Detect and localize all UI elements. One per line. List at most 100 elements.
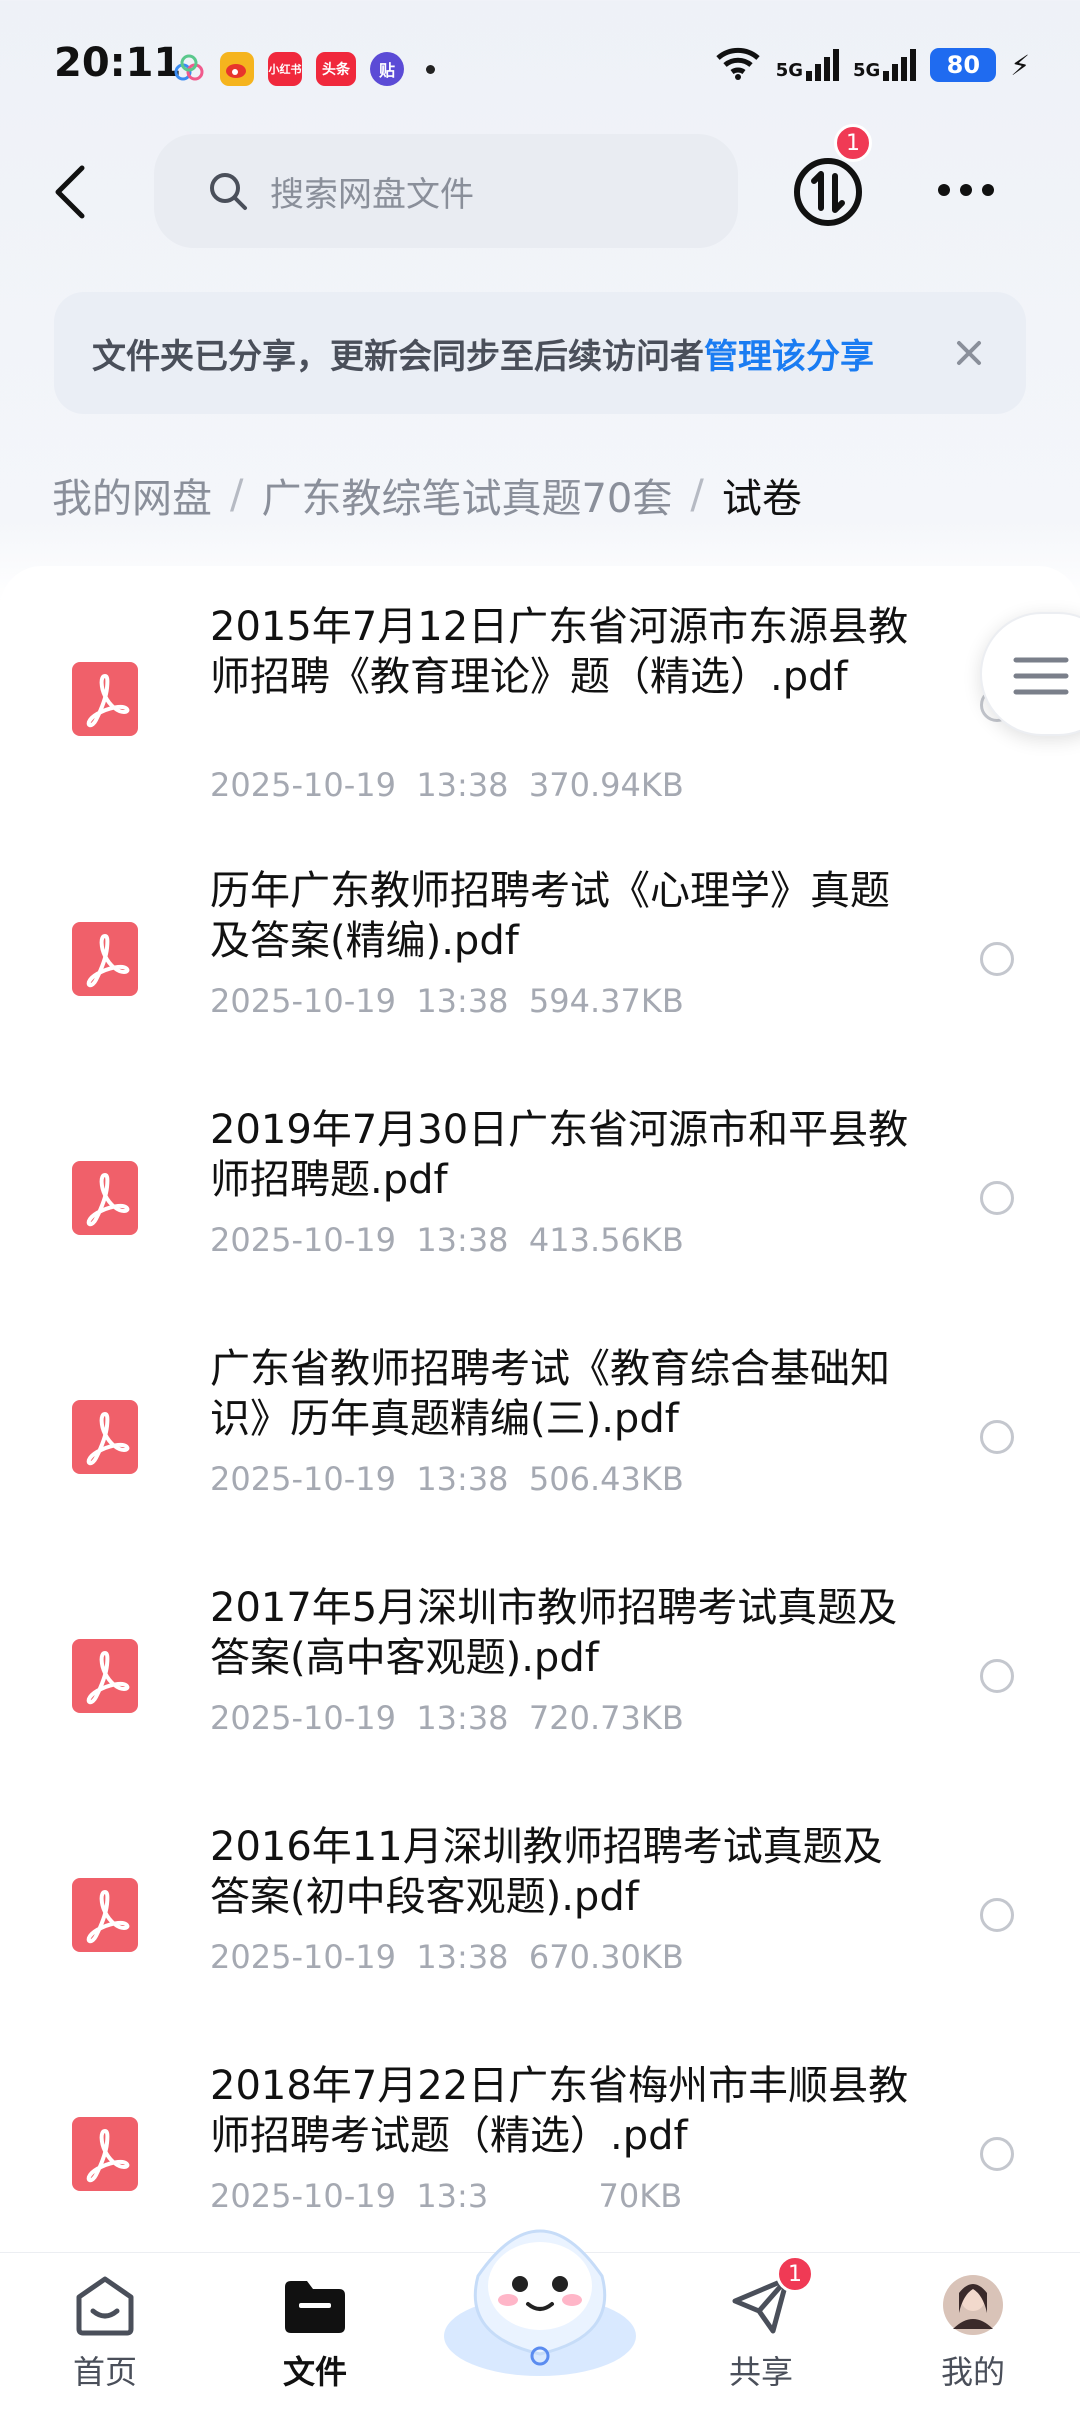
- nav-home[interactable]: 首页: [40, 2273, 170, 2393]
- file-time: 13:38: [416, 1699, 509, 1737]
- close-notice-button[interactable]: [946, 330, 992, 376]
- signal-label-2: 5G: [853, 60, 881, 81]
- weibo-icon: [220, 52, 254, 86]
- file-size: 670.30KB: [528, 1938, 684, 1976]
- status-app-icons: 小红书 头条 贴: [172, 52, 435, 86]
- cloud-app-icon: [172, 52, 206, 86]
- pdf-file-icon: [72, 1400, 138, 1474]
- file-date: 2025-10-19: [210, 1699, 396, 1737]
- file-row[interactable]: 2015年7月12日广东省河源市东源县教师招聘《教育理论》题（精选）.pdf 2…: [0, 586, 1080, 824]
- pdf-file-icon: [72, 662, 138, 736]
- wifi-icon: [714, 46, 762, 84]
- pdf-file-icon: [72, 1161, 138, 1235]
- file-size: 370.94KB: [528, 766, 684, 804]
- file-date: 2025-10-19: [210, 1938, 396, 1976]
- file-date: 2025-10-19: [210, 1221, 396, 1259]
- transfer-button[interactable]: 1: [792, 124, 872, 228]
- back-button[interactable]: [40, 154, 100, 230]
- breadcrumb-separator: /: [230, 472, 244, 518]
- share-notice: 文件夹已分享，更新会同步至后续访问者 管理该分享: [54, 292, 1026, 414]
- file-row[interactable]: 历年广东教师招聘考试《心理学》真题及答案(精编).pdf 2025-10-19 …: [0, 866, 1080, 1104]
- status-bar: 20:11 小红书 头条 贴 5G 5G 80 ⚡: [0, 0, 1080, 140]
- file-time: 13:38: [416, 1460, 509, 1498]
- select-checkbox[interactable]: [980, 1181, 1014, 1215]
- more-dot: [982, 184, 994, 196]
- nav-files[interactable]: 文件: [250, 2273, 380, 2393]
- file-size: 413.56KB: [528, 1221, 684, 1259]
- search-placeholder: 搜索网盘文件: [270, 174, 474, 215]
- file-name: 历年广东教师招聘考试《心理学》真题及答案(精编).pdf: [210, 868, 890, 964]
- nav-me-label: 我的: [940, 2353, 1005, 2391]
- file-meta: 2025-10-19 13:38 720.73KB: [210, 1699, 684, 1737]
- signal-icon-2: 5G: [853, 49, 917, 81]
- file-row[interactable]: 2017年5月深圳市教师招聘考试真题及答案(高中客观题).pdf 2025-10…: [0, 1583, 1080, 1821]
- top-bar: 搜索网盘文件 1: [0, 124, 1080, 250]
- file-name: 2019年7月30日广东省河源市和平县教师招聘题.pdf: [210, 1107, 909, 1203]
- search-icon: [210, 173, 247, 210]
- file-name: 2018年7月22日广东省梅州市丰顺县教师招聘考试题（精选）.pdf: [210, 2063, 909, 2159]
- file-size: 506.43KB: [528, 1460, 684, 1498]
- file-row[interactable]: 2019年7月30日广东省河源市和平县教师招聘题.pdf 2025-10-19 …: [0, 1105, 1080, 1343]
- more-notifications-dot: [426, 64, 435, 74]
- more-dot: [938, 184, 950, 196]
- tieba-icon: 贴: [370, 52, 404, 86]
- file-time: 13:38: [416, 766, 509, 804]
- notice-text: 文件夹已分享，更新会同步至后续访问者: [92, 336, 704, 377]
- nav-share[interactable]: 共享 1: [696, 2255, 826, 2393]
- file-size: 594.37KB: [528, 982, 684, 1020]
- file-name: 2015年7月12日广东省河源市东源县教师招聘《教育理论》题（精选）.pdf: [210, 604, 909, 700]
- manage-share-link[interactable]: 管理该分享: [704, 329, 874, 378]
- transfer-icon: [794, 158, 862, 226]
- pdf-file-icon: [72, 1878, 138, 1952]
- nav-me[interactable]: 我的: [908, 2273, 1038, 2393]
- transfer-badge: 1: [834, 124, 872, 162]
- charging-icon: ⚡: [1010, 48, 1030, 82]
- file-meta: 2025-10-19 13:38 594.37KB: [210, 982, 684, 1020]
- home-icon: [76, 2276, 134, 2336]
- pdf-file-icon: [72, 1639, 138, 1713]
- avatar: [943, 2275, 1003, 2335]
- file-time: 13:38: [416, 982, 509, 1020]
- file-name: 2016年11月深圳教师招聘考试真题及答案(初中段客观题).pdf: [210, 1824, 883, 1920]
- file-row[interactable]: 广东省教师招聘考试《教育综合基础知识》历年真题精编(三).pdf 2025-10…: [0, 1344, 1080, 1582]
- file-meta: 2025-10-19 13:38 370.94KB: [210, 766, 684, 804]
- nav-share-label: 共享: [728, 2353, 793, 2391]
- xiaohongshu-icon: 小红书: [268, 52, 302, 86]
- file-time: 13:38: [416, 1221, 509, 1259]
- assistant-mascot[interactable]: [428, 2186, 652, 2386]
- signal-label: 5G: [775, 60, 804, 81]
- file-meta: 2025-10-19 13:38 413.56KB: [210, 1221, 684, 1259]
- folder-icon: [285, 2281, 345, 2333]
- file-time: 13:38: [416, 1938, 509, 1976]
- more-dot: [960, 184, 972, 196]
- chevron-left-icon: [55, 165, 85, 219]
- select-checkbox[interactable]: [980, 1659, 1014, 1693]
- mascot-icon: [444, 2229, 636, 2376]
- file-meta: 2025-10-19 13:38 506.43KB: [210, 1460, 684, 1498]
- file-size: 720.73KB: [528, 1699, 684, 1737]
- file-list: 2015年7月12日广东省河源市东源县教师招聘《教育理论》题（精选）.pdf 2…: [0, 566, 1080, 2252]
- file-date: 2025-10-19: [210, 1460, 396, 1498]
- share-badge: 1: [776, 2255, 814, 2293]
- file-meta: 2025-10-19 13:38 670.30KB: [210, 1938, 684, 1976]
- breadcrumb-item-folder[interactable]: 广东教综笔试真题70套: [261, 466, 672, 524]
- search-input[interactable]: 搜索网盘文件: [154, 134, 738, 248]
- breadcrumb-separator: /: [690, 472, 704, 518]
- file-date: 2025-10-19: [210, 982, 396, 1020]
- pdf-file-icon: [72, 2117, 138, 2191]
- select-checkbox[interactable]: [980, 2137, 1014, 2171]
- breadcrumb-item-root[interactable]: 我的网盘: [52, 466, 212, 524]
- select-checkbox[interactable]: [980, 1420, 1014, 1454]
- file-date: 2025-10-19: [210, 766, 396, 804]
- file-date: 2025-10-19: [210, 2177, 396, 2215]
- pdf-file-icon: [72, 922, 138, 996]
- select-checkbox[interactable]: [980, 942, 1014, 976]
- menu-lines-icon: [1013, 657, 1069, 695]
- breadcrumb: 我的网盘 / 广东教综笔试真题70套 / 试卷: [52, 466, 802, 524]
- select-checkbox[interactable]: [980, 1898, 1014, 1932]
- signal-icon: 5G: [775, 49, 840, 81]
- battery-indicator: 80: [930, 48, 997, 82]
- status-time: 20:11: [54, 40, 182, 86]
- file-row[interactable]: 2016年11月深圳教师招聘考试真题及答案(初中段客观题).pdf 2025-1…: [0, 1822, 1080, 2060]
- more-options-button[interactable]: [934, 170, 998, 210]
